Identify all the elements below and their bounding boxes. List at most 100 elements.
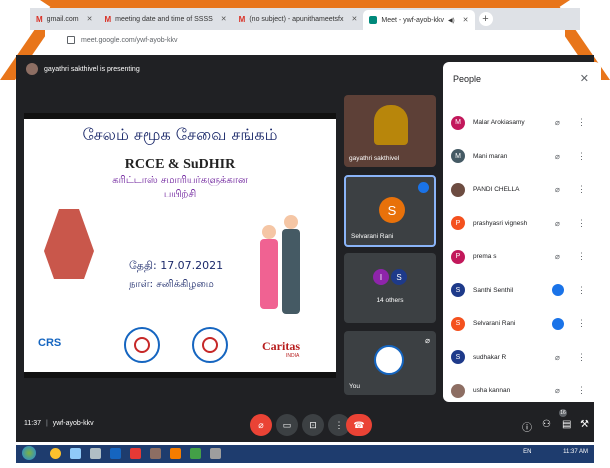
more-options-icon[interactable]: ⋮ xyxy=(577,251,586,262)
slide-subtitle: பயிற்சி xyxy=(163,189,197,200)
close-tab-icon[interactable]: ✕ xyxy=(352,15,358,23)
presenter-video xyxy=(374,105,408,145)
avatar-photo xyxy=(451,383,465,398)
participant-tile-presenter[interactable]: gayathri sakthivel xyxy=(344,95,436,167)
more-options-icon[interactable]: ⋮ xyxy=(577,184,586,195)
mic-off-icon: ⌀ xyxy=(555,218,560,228)
list-item[interactable]: P prema s ⌀ ⋮ xyxy=(443,240,601,274)
camera-toggle-button[interactable]: ▭ xyxy=(276,414,298,436)
meet-icon xyxy=(369,16,378,24)
app-icon[interactable] xyxy=(170,448,181,459)
explorer-icon[interactable] xyxy=(70,448,81,459)
close-tab-icon[interactable]: ✕ xyxy=(221,15,227,23)
caritas-logo-sub: INDIA xyxy=(286,353,300,359)
list-item[interactable]: S Selvarani Rani ⋮ xyxy=(443,307,601,341)
info-icon[interactable]: ⓘ xyxy=(522,419,532,434)
presentation-slide: சேலம் சமூக சேவை சங்கம் RCCE & SuDHIR கரி… xyxy=(24,113,336,378)
new-tab-button[interactable]: + xyxy=(478,12,493,26)
avatar: S xyxy=(379,197,405,223)
more-options-icon[interactable]: ⋮ xyxy=(577,385,586,396)
app-icon[interactable] xyxy=(130,448,141,459)
seal-logo xyxy=(124,327,160,363)
list-item[interactable]: P prashyasri vignesh ⌀ ⋮ xyxy=(443,207,601,241)
avatar: M xyxy=(451,115,465,130)
speaking-indicator-icon xyxy=(552,317,564,330)
participant-name: prema s xyxy=(473,253,497,261)
mic-off-icon: ⌀ xyxy=(555,386,560,396)
microphone-toggle-button[interactable]: ⌀ xyxy=(250,414,272,436)
browser-tab-no-subject[interactable]: M (no subject) - apunithameetsfx ✕ xyxy=(233,10,364,28)
people-icon[interactable]: ⚇ xyxy=(542,419,551,430)
avatar: P xyxy=(451,216,465,231)
slide-date: தேதி: 17.07.2021 xyxy=(129,259,224,272)
activities-icon[interactable]: ⚒ xyxy=(580,419,589,430)
people-panel-title: People xyxy=(453,74,482,84)
participant-name: usha kannan xyxy=(473,387,511,395)
presenting-banner: gayathri sakthivel is presenting xyxy=(26,63,140,75)
chrome-icon[interactable] xyxy=(50,448,61,459)
avatar: S xyxy=(451,350,465,365)
tab-label: gmail.com xyxy=(46,15,79,23)
participant-name: PANDI CHELLA xyxy=(473,186,520,194)
more-options-icon[interactable]: ⋮ xyxy=(577,117,586,128)
participant-tile-others[interactable]: I S 14 others xyxy=(344,253,436,323)
browser-tab-meet[interactable]: Meet - ywf-ayob-kkv ◀) ✕ xyxy=(363,10,475,30)
chat-icon[interactable]: ▤ xyxy=(562,419,571,430)
participant-name: Malar Arokiasamy xyxy=(473,119,525,127)
participant-name: Selvarani Rani xyxy=(473,320,516,328)
mic-off-icon: ⌀ xyxy=(555,252,560,262)
list-item[interactable]: M Mani maran ⌀ ⋮ xyxy=(443,140,601,174)
more-options-icon[interactable]: ⋮ xyxy=(577,218,586,229)
present-screen-button[interactable]: ⊡ xyxy=(302,414,324,436)
tab-label: meeting date and time of SSSS xyxy=(115,15,213,23)
mic-off-icon: ⌀ xyxy=(555,185,560,195)
clock[interactable]: 11:37 AM xyxy=(563,449,588,455)
people-panel: People ✕ M Malar Arokiasamy ⌀ ⋮ M Mani m… xyxy=(443,62,601,402)
app-icon[interactable] xyxy=(190,448,201,459)
participant-name: sudhakar R xyxy=(473,353,507,361)
word-icon[interactable] xyxy=(110,448,121,459)
participant-count-badge: 16 xyxy=(559,409,567,417)
list-item[interactable]: M Malar Arokiasamy ⌀ ⋮ xyxy=(443,106,601,140)
meeting-time: 11:37 xyxy=(24,420,41,427)
mic-off-icon: ⌀ xyxy=(555,118,560,128)
speaking-indicator-icon xyxy=(418,182,429,193)
list-item[interactable]: S Santhi Senthil ⋮ xyxy=(443,274,601,308)
participant-tile-you[interactable]: ⌀ You xyxy=(344,331,436,395)
start-button-icon[interactable] xyxy=(22,446,36,460)
illustration-woman-head xyxy=(262,225,276,239)
meeting-code: ywf-ayob-kkv xyxy=(52,420,94,427)
slide-subtitle: கரிட்டாஸ் சமாரியர்களுக்கான xyxy=(112,175,248,186)
self-seal-logo xyxy=(374,345,404,375)
others-count: 14 others xyxy=(376,297,404,304)
more-options-icon[interactable]: ⋮ xyxy=(577,151,586,162)
address-bar[interactable]: meet.google.com/ywf-ayob-kkv xyxy=(45,30,565,50)
more-options-icon[interactable]: ⋮ xyxy=(577,318,586,329)
participant-list: M Malar Arokiasamy ⌀ ⋮ M Mani maran ⌀ ⋮ … xyxy=(443,106,601,408)
list-item[interactable]: usha kannan ⌀ ⋮ xyxy=(443,374,601,408)
speaker-icon: ◀) xyxy=(448,17,455,24)
language-indicator[interactable]: EN xyxy=(523,449,531,455)
close-icon[interactable]: ✕ xyxy=(580,72,589,85)
more-options-icon[interactable]: ⋮ xyxy=(577,285,586,296)
app-icon[interactable] xyxy=(210,448,221,459)
mic-off-icon: ⌀ xyxy=(555,151,560,161)
avatar: P xyxy=(451,249,465,264)
gmail-icon: M xyxy=(238,14,246,24)
participant-tile-selvarani[interactable]: S Selvarani Rani xyxy=(344,175,436,247)
mic-off-icon: ⌀ xyxy=(425,336,430,345)
list-item[interactable]: S sudhakar R ⌀ ⋮ xyxy=(443,341,601,375)
close-tab-icon[interactable]: ✕ xyxy=(463,16,469,24)
more-options-icon[interactable]: ⋮ xyxy=(577,352,586,363)
leave-call-button[interactable]: ☎ xyxy=(346,414,372,436)
close-tab-icon[interactable]: ✕ xyxy=(87,15,93,23)
avatar: I xyxy=(373,269,389,285)
browser-tab-gmail[interactable]: M gmail.com ✕ xyxy=(30,10,98,28)
avatar: S xyxy=(451,316,465,331)
list-item[interactable]: PANDI CHELLA ⌀ ⋮ xyxy=(443,173,601,207)
browser-tab-meeting-date[interactable]: M meeting date and time of SSSS ✕ xyxy=(98,10,232,28)
participant-name: gayathri sakthivel xyxy=(349,155,400,162)
avatar: S xyxy=(391,269,407,285)
app-icon[interactable] xyxy=(150,448,161,459)
app-icon[interactable] xyxy=(90,448,101,459)
